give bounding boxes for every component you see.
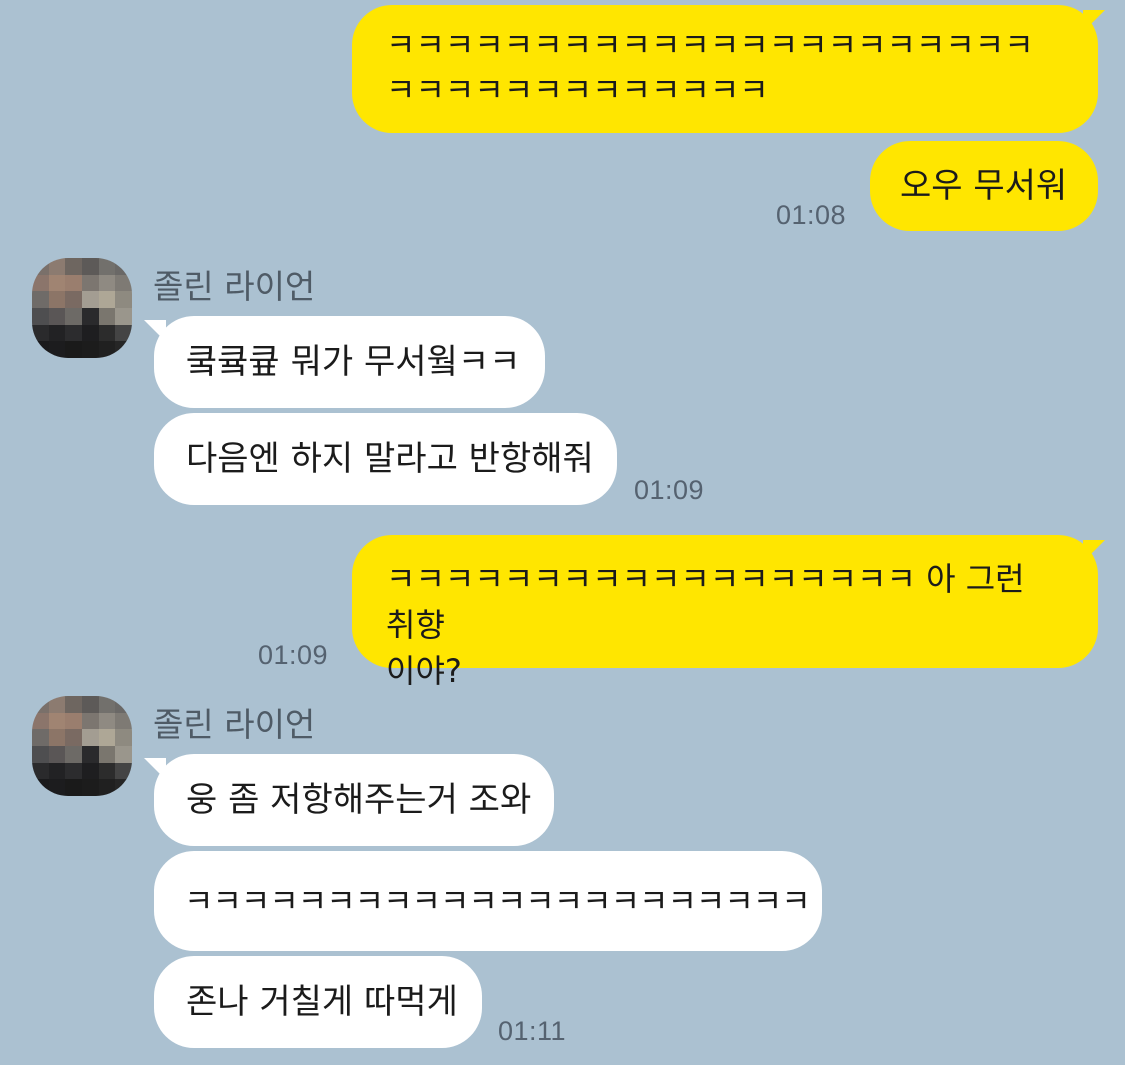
outgoing-message[interactable]: 오우 무서워 [870,141,1098,231]
incoming-message[interactable]: 웅 좀 저항해주는거 조와 [154,754,554,846]
sender-name: 졸린 라이언 [153,705,316,744]
outgoing-message[interactable]: ㅋㅋㅋㅋㅋㅋㅋㅋㅋㅋㅋㅋㅋㅋㅋㅋㅋㅋㅋㅋㅋㅋ ㅋㅋㅋㅋㅋㅋㅋㅋㅋㅋㅋㅋㅋ [352,5,1098,133]
incoming-message[interactable]: 쿸큨큪 뭐가 무서웤ㅋㅋ [154,316,545,408]
message-timestamp: 01:11 [498,1016,567,1046]
message-timestamp: 01:09 [634,475,705,505]
incoming-message[interactable]: ㅋㅋㅋㅋㅋㅋㅋㅋㅋㅋㅋㅋㅋㅋㅋㅋㅋㅋㅋㅋㅋㅋ [154,851,822,951]
sender-name: 졸린 라이언 [153,267,316,306]
contact-avatar[interactable] [32,258,132,358]
message-timestamp: 01:08 [776,200,847,230]
outgoing-message[interactable]: ㅋㅋㅋㅋㅋㅋㅋㅋㅋㅋㅋㅋㅋㅋㅋㅋㅋㅋ 아 그런 취향 이야? [352,535,1098,690]
incoming-message[interactable]: 다음엔 하지 말라고 반항해줘 [154,413,617,505]
chat-area[interactable]: ㅋㅋㅋㅋㅋㅋㅋㅋㅋㅋㅋㅋㅋㅋㅋㅋㅋㅋㅋㅋㅋㅋ ㅋㅋㅋㅋㅋㅋㅋㅋㅋㅋㅋㅋㅋ 오우 … [0,0,1125,1065]
incoming-message[interactable]: 존나 거칠게 따먹게 [154,956,482,1048]
contact-avatar[interactable] [32,696,132,796]
message-timestamp: 01:09 [258,640,329,670]
